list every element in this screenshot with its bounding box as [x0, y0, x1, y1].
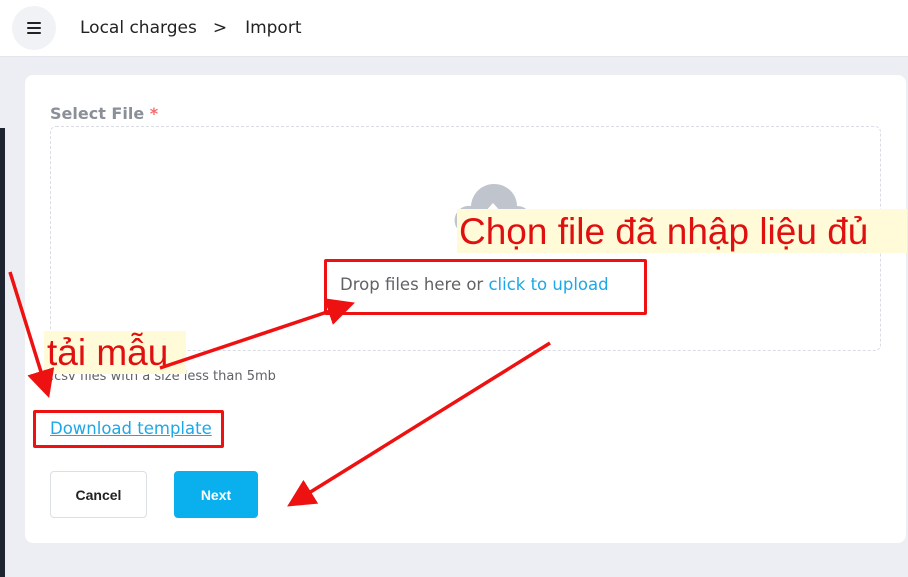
download-highlight-box: [33, 410, 224, 448]
breadcrumb: Local charges > Import: [80, 18, 301, 38]
hamburger-icon: [27, 22, 41, 35]
top-bar: Local charges > Import: [0, 0, 908, 57]
cancel-button[interactable]: Cancel: [50, 471, 147, 518]
dropzone-highlight-box: [324, 259, 647, 315]
breadcrumb-item-import: Import: [245, 18, 302, 38]
menu-button[interactable]: [12, 6, 56, 50]
select-file-label-text: Select File: [50, 104, 145, 123]
next-button[interactable]: Next: [174, 471, 258, 518]
template-annotation: tải mẫu: [44, 331, 186, 374]
required-mark: *: [149, 104, 159, 123]
select-file-label: Select File *: [50, 104, 158, 123]
breadcrumb-item-local-charges[interactable]: Local charges: [80, 18, 197, 38]
sidebar-edge: [0, 128, 5, 577]
choose-file-annotation: Chọn file đã nhập liệu đủ: [457, 209, 907, 253]
breadcrumb-separator: >: [212, 18, 228, 38]
